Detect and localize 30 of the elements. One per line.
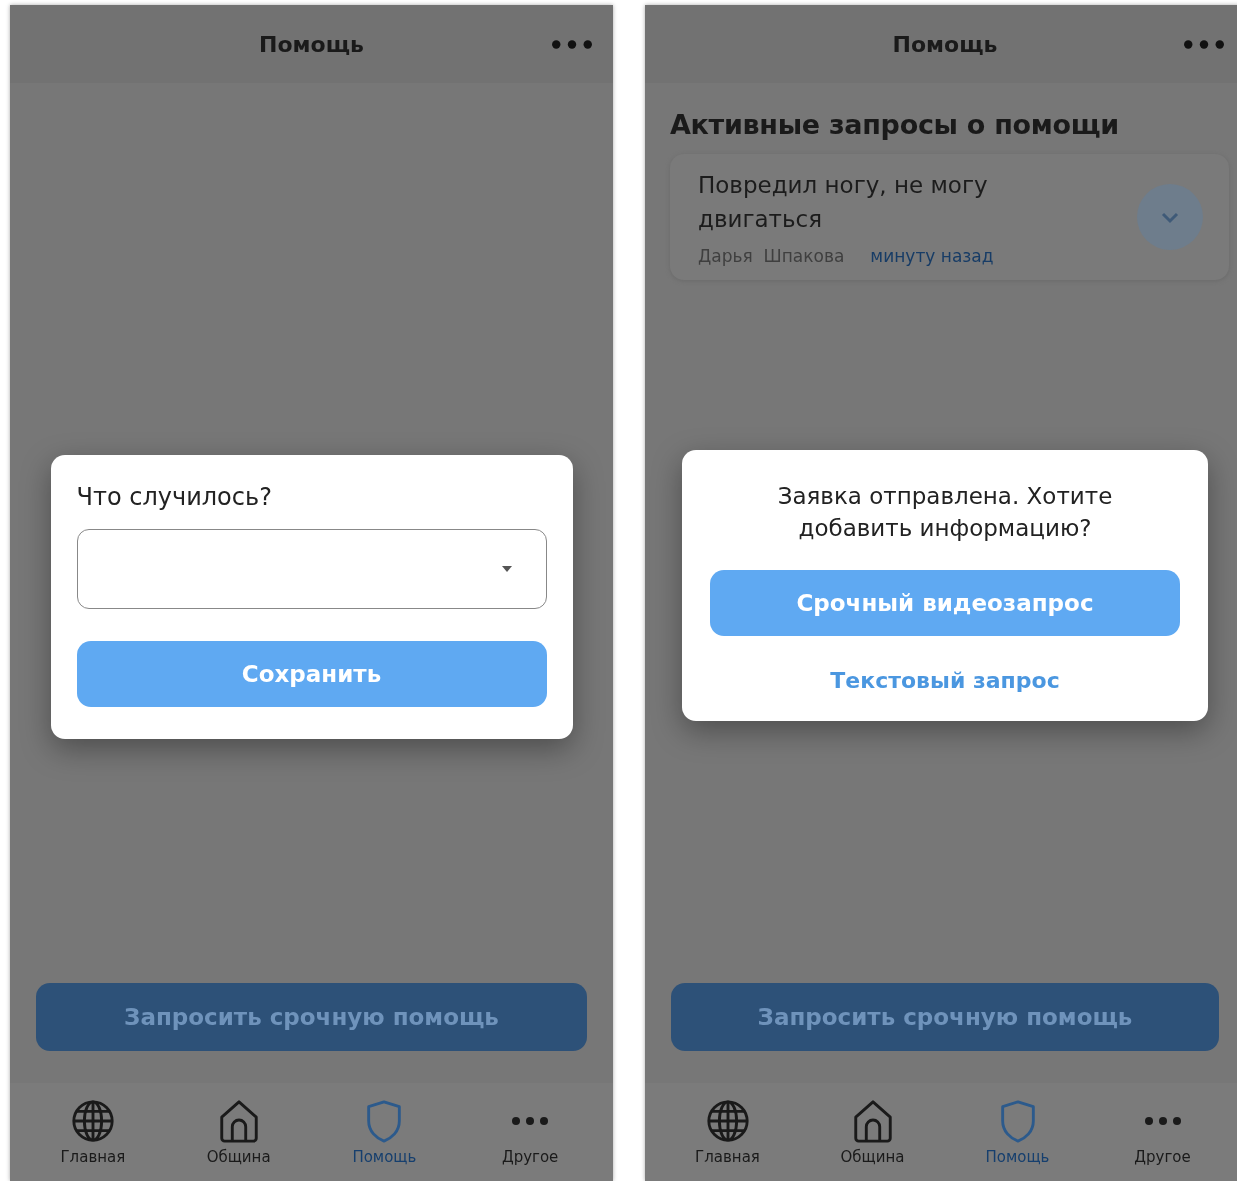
text-request-link[interactable]: Текстовый запрос [820,661,1070,699]
screen-title: Помощь [892,31,998,57]
save-button[interactable]: Сохранить [76,641,547,707]
nav-tab[interactable]: Другое [1107,1083,1218,1181]
video-request-button[interactable]: Срочный видеозапрос [710,569,1180,636]
nav-tab[interactable]: Помощь [962,1083,1073,1181]
caret-icon [501,566,512,572]
request-help-button[interactable]: Запросить срочную помощь [36,983,587,1051]
nav-tab[interactable]: Другое [475,1083,586,1181]
screen-title: Помощь [259,31,364,57]
request-text: Повредил ногу, не могу двигаться [698,171,989,234]
globe-icon [69,1098,116,1144]
request-help-button[interactable]: Запросить срочную помощь [671,983,1219,1051]
more-icon[interactable] [551,39,593,50]
author-name: Дарья Шпакова [698,246,845,266]
more-icon[interactable] [1183,39,1225,50]
dropdown-field[interactable] [76,529,547,609]
dialog-message: Заявка отправлена. Хотите добавить информацию? [776,481,1114,543]
globe-icon [704,1098,751,1144]
nav-tab[interactable]: Помощь [329,1083,440,1181]
field-label: Что случилось? [76,483,273,511]
nav-tab[interactable]: Главная [37,1083,148,1181]
section-title: Активные запросы о помощи [670,109,1120,140]
more-icon [1142,1115,1183,1127]
nav-tab[interactable]: Община [183,1083,294,1181]
more-icon [510,1115,551,1127]
request-time: минуту назад [870,246,994,266]
nav-tab[interactable]: Община [817,1083,928,1181]
nav-tab[interactable]: Главная [672,1083,783,1181]
request-card[interactable]: Повредил ногу, не могу двигаться Дарья Шпакова минуту назад [670,154,1229,280]
